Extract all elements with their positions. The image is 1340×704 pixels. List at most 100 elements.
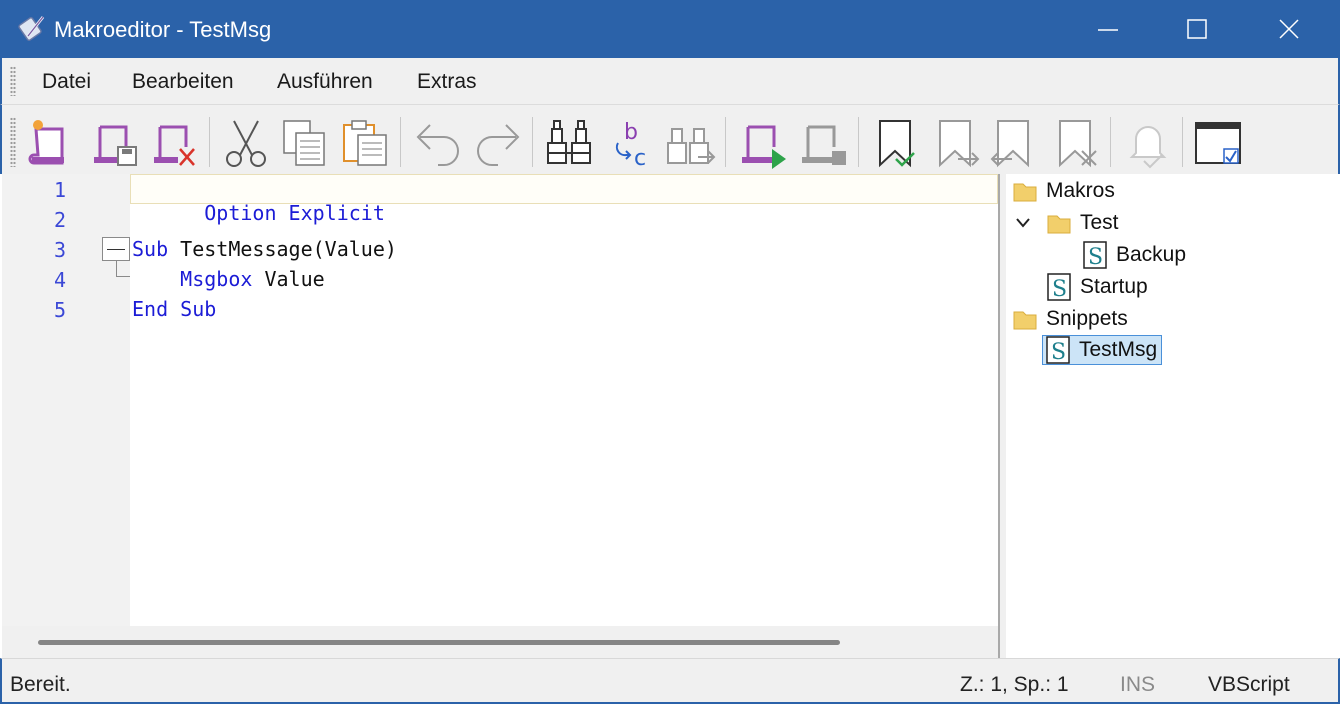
status-message: Bereit. xyxy=(10,673,71,696)
next-bookmark-icon xyxy=(939,120,980,168)
toolbar-grip-handle[interactable] xyxy=(10,117,16,167)
toggle-bookmark-button[interactable] xyxy=(868,115,924,171)
code-line: Msgbox Value xyxy=(132,267,325,291)
line-number: 3 xyxy=(53,238,66,262)
toolbar-separator xyxy=(532,117,533,167)
code-text-area[interactable]: Option Explicit Sub TestMessage(Value) M… xyxy=(130,174,998,626)
redo-icon xyxy=(477,124,520,166)
tree-node-label: TestMsg xyxy=(1079,338,1158,361)
folder-icon xyxy=(1013,183,1037,202)
folder-icon xyxy=(1013,311,1037,330)
script-icon: S xyxy=(1047,273,1071,302)
minimize-button[interactable] xyxy=(1064,0,1154,58)
menu-datei[interactable]: Datei xyxy=(42,70,91,94)
close-icon xyxy=(1279,19,1299,39)
code-line: Sub TestMessage(Value) xyxy=(132,237,397,261)
paste-button[interactable] xyxy=(338,115,394,171)
copy-icon xyxy=(283,120,325,166)
macro-tree: Makros Test S Backup S Startup Snippets … xyxy=(1006,174,1338,658)
svg-text:S: S xyxy=(1088,245,1103,270)
code-token-keyword: Option Explicit xyxy=(204,201,385,225)
tree-node-testmsg[interactable]: S TestMsg xyxy=(1042,335,1163,365)
save-macro-button[interactable] xyxy=(88,115,144,171)
menu-extras[interactable]: Extras xyxy=(417,70,477,94)
maximize-icon xyxy=(1187,19,1207,39)
tree-node-makros[interactable]: Makros xyxy=(1010,176,1115,206)
tree-node-startup[interactable]: S Startup xyxy=(1044,272,1148,302)
save-macro-icon xyxy=(94,125,137,166)
stop-macro-button[interactable] xyxy=(796,115,852,171)
cursor-position: Z.: 1, Sp.: 1 xyxy=(960,673,1069,696)
window-option-button[interactable] xyxy=(1190,115,1246,171)
clear-bookmarks-button[interactable] xyxy=(1052,115,1108,171)
tree-node-test[interactable]: Test xyxy=(1044,208,1119,238)
svg-text:c: c xyxy=(634,146,646,171)
delete-macro-icon xyxy=(154,125,195,166)
macro-editor-app-icon xyxy=(18,16,45,41)
scrollbar-thumb[interactable] xyxy=(38,640,840,645)
tree-node-snippets[interactable]: Snippets xyxy=(1010,304,1128,334)
tree-node-label: Makros xyxy=(1046,179,1115,202)
line-number: 4 xyxy=(53,268,66,292)
notification-icon xyxy=(1129,126,1167,169)
folder-icon xyxy=(1047,215,1071,234)
toolbar-separator xyxy=(209,117,210,167)
run-macro-button[interactable] xyxy=(736,115,792,171)
toolbar-separator xyxy=(400,117,401,167)
code-token-text: Value xyxy=(252,267,325,291)
previous-bookmark-button[interactable] xyxy=(986,115,1042,171)
code-token-keyword: Msgbox xyxy=(180,267,253,291)
fold-toggle[interactable] xyxy=(102,237,130,261)
cut-icon xyxy=(226,120,266,167)
horizontal-scrollbar[interactable] xyxy=(2,626,998,658)
notification-button[interactable] xyxy=(1120,115,1176,171)
status-bar: Bereit. Z.: 1, Sp.: 1 INS VBScript xyxy=(0,658,1340,704)
replace-button[interactable]: b c xyxy=(602,115,658,171)
insert-mode-indicator: INS xyxy=(1120,673,1156,696)
maximize-button[interactable] xyxy=(1152,0,1242,58)
new-macro-button[interactable] xyxy=(26,115,82,171)
minimize-icon xyxy=(1098,29,1118,31)
line-number-gutter: 1 2 3 4 5 xyxy=(2,174,130,626)
tree-node-backup[interactable]: S Backup xyxy=(1080,240,1186,270)
redo-button[interactable] xyxy=(470,115,526,171)
code-token-text: TestMessage(Value) xyxy=(168,237,397,261)
pane-splitter[interactable] xyxy=(998,174,1006,658)
title-bar: Makroeditor - TestMsg xyxy=(0,0,1340,58)
script-icon: S xyxy=(1083,241,1107,270)
cut-button[interactable] xyxy=(218,115,274,171)
code-token-keyword: Sub xyxy=(132,237,169,261)
window-title: Makroeditor - TestMsg xyxy=(54,17,272,42)
code-editor[interactable]: 1 2 3 4 5 Option Explicit Sub TestMessag… xyxy=(2,174,998,658)
line-number: 2 xyxy=(53,208,66,232)
toolbar-separator xyxy=(858,117,859,167)
find-icon xyxy=(547,120,591,164)
paste-icon xyxy=(343,120,387,166)
previous-bookmark-icon xyxy=(990,120,1029,168)
toolbar: b c xyxy=(0,104,1340,174)
svg-text:S: S xyxy=(1052,277,1067,302)
menu-grip-handle[interactable] xyxy=(10,66,16,96)
toolbar-separator xyxy=(1182,117,1183,167)
menu-ausfuehren[interactable]: Ausführen xyxy=(277,70,373,94)
find-next-button[interactable] xyxy=(662,115,718,171)
copy-button[interactable] xyxy=(278,115,334,171)
close-button[interactable] xyxy=(1244,0,1334,58)
clear-bookmarks-icon xyxy=(1059,120,1097,168)
fold-range-line xyxy=(116,261,130,277)
undo-button[interactable] xyxy=(410,115,466,171)
delete-macro-button[interactable] xyxy=(148,115,204,171)
replace-icon: b c xyxy=(615,120,646,171)
tree-node-label: Test xyxy=(1080,211,1119,234)
menu-bearbeiten[interactable]: Bearbeiten xyxy=(132,70,234,94)
tree-node-label: Snippets xyxy=(1046,307,1128,330)
chevron-down-icon[interactable] xyxy=(1014,214,1032,232)
script-language: VBScript xyxy=(1208,673,1290,696)
toolbar-separator xyxy=(1110,117,1111,167)
menu-bar: Datei Bearbeiten Ausführen Extras xyxy=(0,58,1340,104)
find-next-icon xyxy=(667,128,716,164)
code-token-indent xyxy=(132,267,180,291)
run-macro-icon xyxy=(742,125,786,169)
find-button[interactable] xyxy=(542,115,598,171)
next-bookmark-button[interactable] xyxy=(928,115,984,171)
